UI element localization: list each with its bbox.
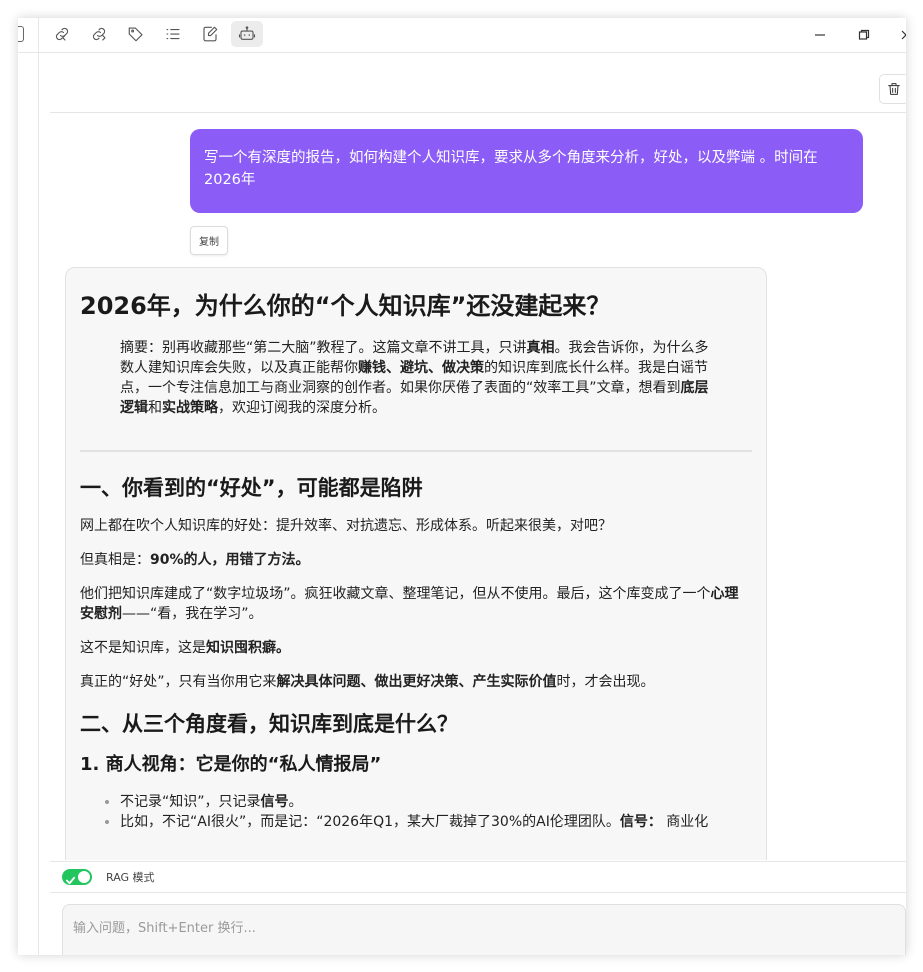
minimize-button[interactable]	[808, 23, 832, 47]
close-icon	[901, 30, 906, 40]
list-icon	[166, 28, 180, 40]
copy-button[interactable]: 复制	[190, 226, 228, 255]
check-icon	[65, 871, 76, 885]
list-item: 比如，不记“AI很火”，而是记：“2026年Q1，某大厂裁掉了30%的AI伦理团…	[120, 812, 752, 832]
answer-title: 2026年，为什么你的“个人知识库”还没建起来？	[80, 292, 611, 320]
restore-icon	[858, 29, 870, 40]
edit-note-button[interactable]	[194, 21, 226, 47]
section2-list: 不记录“知识”，只记录信号。 比如，不记“AI很火”，而是记：“2026年Q1，…	[80, 792, 752, 832]
rag-label: RAG 模式	[106, 871, 155, 884]
app-window: 写一个有深度的报告，如何构建个人知识库，要求从多个角度来分析，好处，以及弊端 。…	[18, 18, 906, 955]
section1-para: 这不是知识库，这是知识囤积癖。	[80, 640, 290, 656]
chat-messages[interactable]: 写一个有深度的报告，如何构建个人知识库，要求从多个角度来分析，好处，以及弊端 。…	[50, 113, 906, 860]
section1-para: 网上都在吹个人知识库的好处：提升效率、对抗遗忘、形成体系。听起来很美，对吧？	[80, 518, 612, 534]
link-out-icon	[92, 27, 106, 41]
user-message: 写一个有深度的报告，如何构建个人知识库，要求从多个角度来分析，好处，以及弊端 。…	[190, 129, 863, 213]
question-input[interactable]: 输入问题，Shift+Enter 换行...	[62, 904, 906, 955]
rag-bar: RAG 模式	[50, 861, 906, 893]
robot-icon	[238, 26, 256, 40]
section1-para: 但真相是：90%的人，用错了方法。	[80, 552, 310, 568]
close-button[interactable]	[894, 23, 906, 47]
minimize-icon	[815, 34, 825, 36]
list-item: 不记录“知识”，只记录信号。	[120, 792, 752, 812]
section1-para: 真正的“好处”，只有当你用它来解决具体问题、做出更好决策、产生实际价值时，才会出…	[80, 674, 655, 690]
trash-icon	[888, 83, 900, 95]
restore-button[interactable]	[852, 23, 876, 47]
answer-abstract: 摘要：别再收藏那些“第二大脑”教程了。这篇文章不讲工具，只讲真相。我会告诉你，为…	[120, 340, 709, 416]
link-in-icon	[55, 27, 69, 41]
sidebar-toggle-icon[interactable]	[18, 26, 24, 42]
assistant-message: 2026年，为什么你的“个人知识库”还没建起来？ 摘要：别再收藏那些“第二大脑”…	[65, 267, 767, 860]
list-button[interactable]	[157, 21, 189, 47]
left-rail	[18, 53, 39, 955]
section2-subheading: 1. 商人视角：它是你的“私人情报局”	[80, 754, 382, 775]
edit-note-icon	[203, 26, 218, 42]
chat-panel: 写一个有深度的报告，如何构建个人知识库，要求从多个角度来分析，好处，以及弊端 。…	[50, 53, 906, 955]
robot-button[interactable]	[231, 21, 263, 47]
rag-toggle[interactable]	[62, 869, 92, 885]
section1-para: 他们把知识库建成了“数字垃圾场”。疯狂收藏文章、整理笔记，但从不使用。最后，这个…	[80, 586, 739, 622]
toggle-knob	[78, 871, 90, 883]
tag-button[interactable]	[120, 21, 152, 47]
section2-heading: 二、从三个角度看，知识库到底是什么？	[80, 712, 458, 736]
link-in-button[interactable]	[46, 21, 78, 47]
link-out-button[interactable]	[83, 21, 115, 47]
tag-icon	[128, 27, 143, 42]
section1-heading: 一、你看到的“好处”，可能都是陷阱	[80, 476, 423, 500]
section-divider	[80, 450, 752, 452]
clear-chat-button[interactable]	[879, 74, 906, 104]
toolbar	[18, 18, 906, 53]
toolbar-divider	[38, 18, 39, 52]
